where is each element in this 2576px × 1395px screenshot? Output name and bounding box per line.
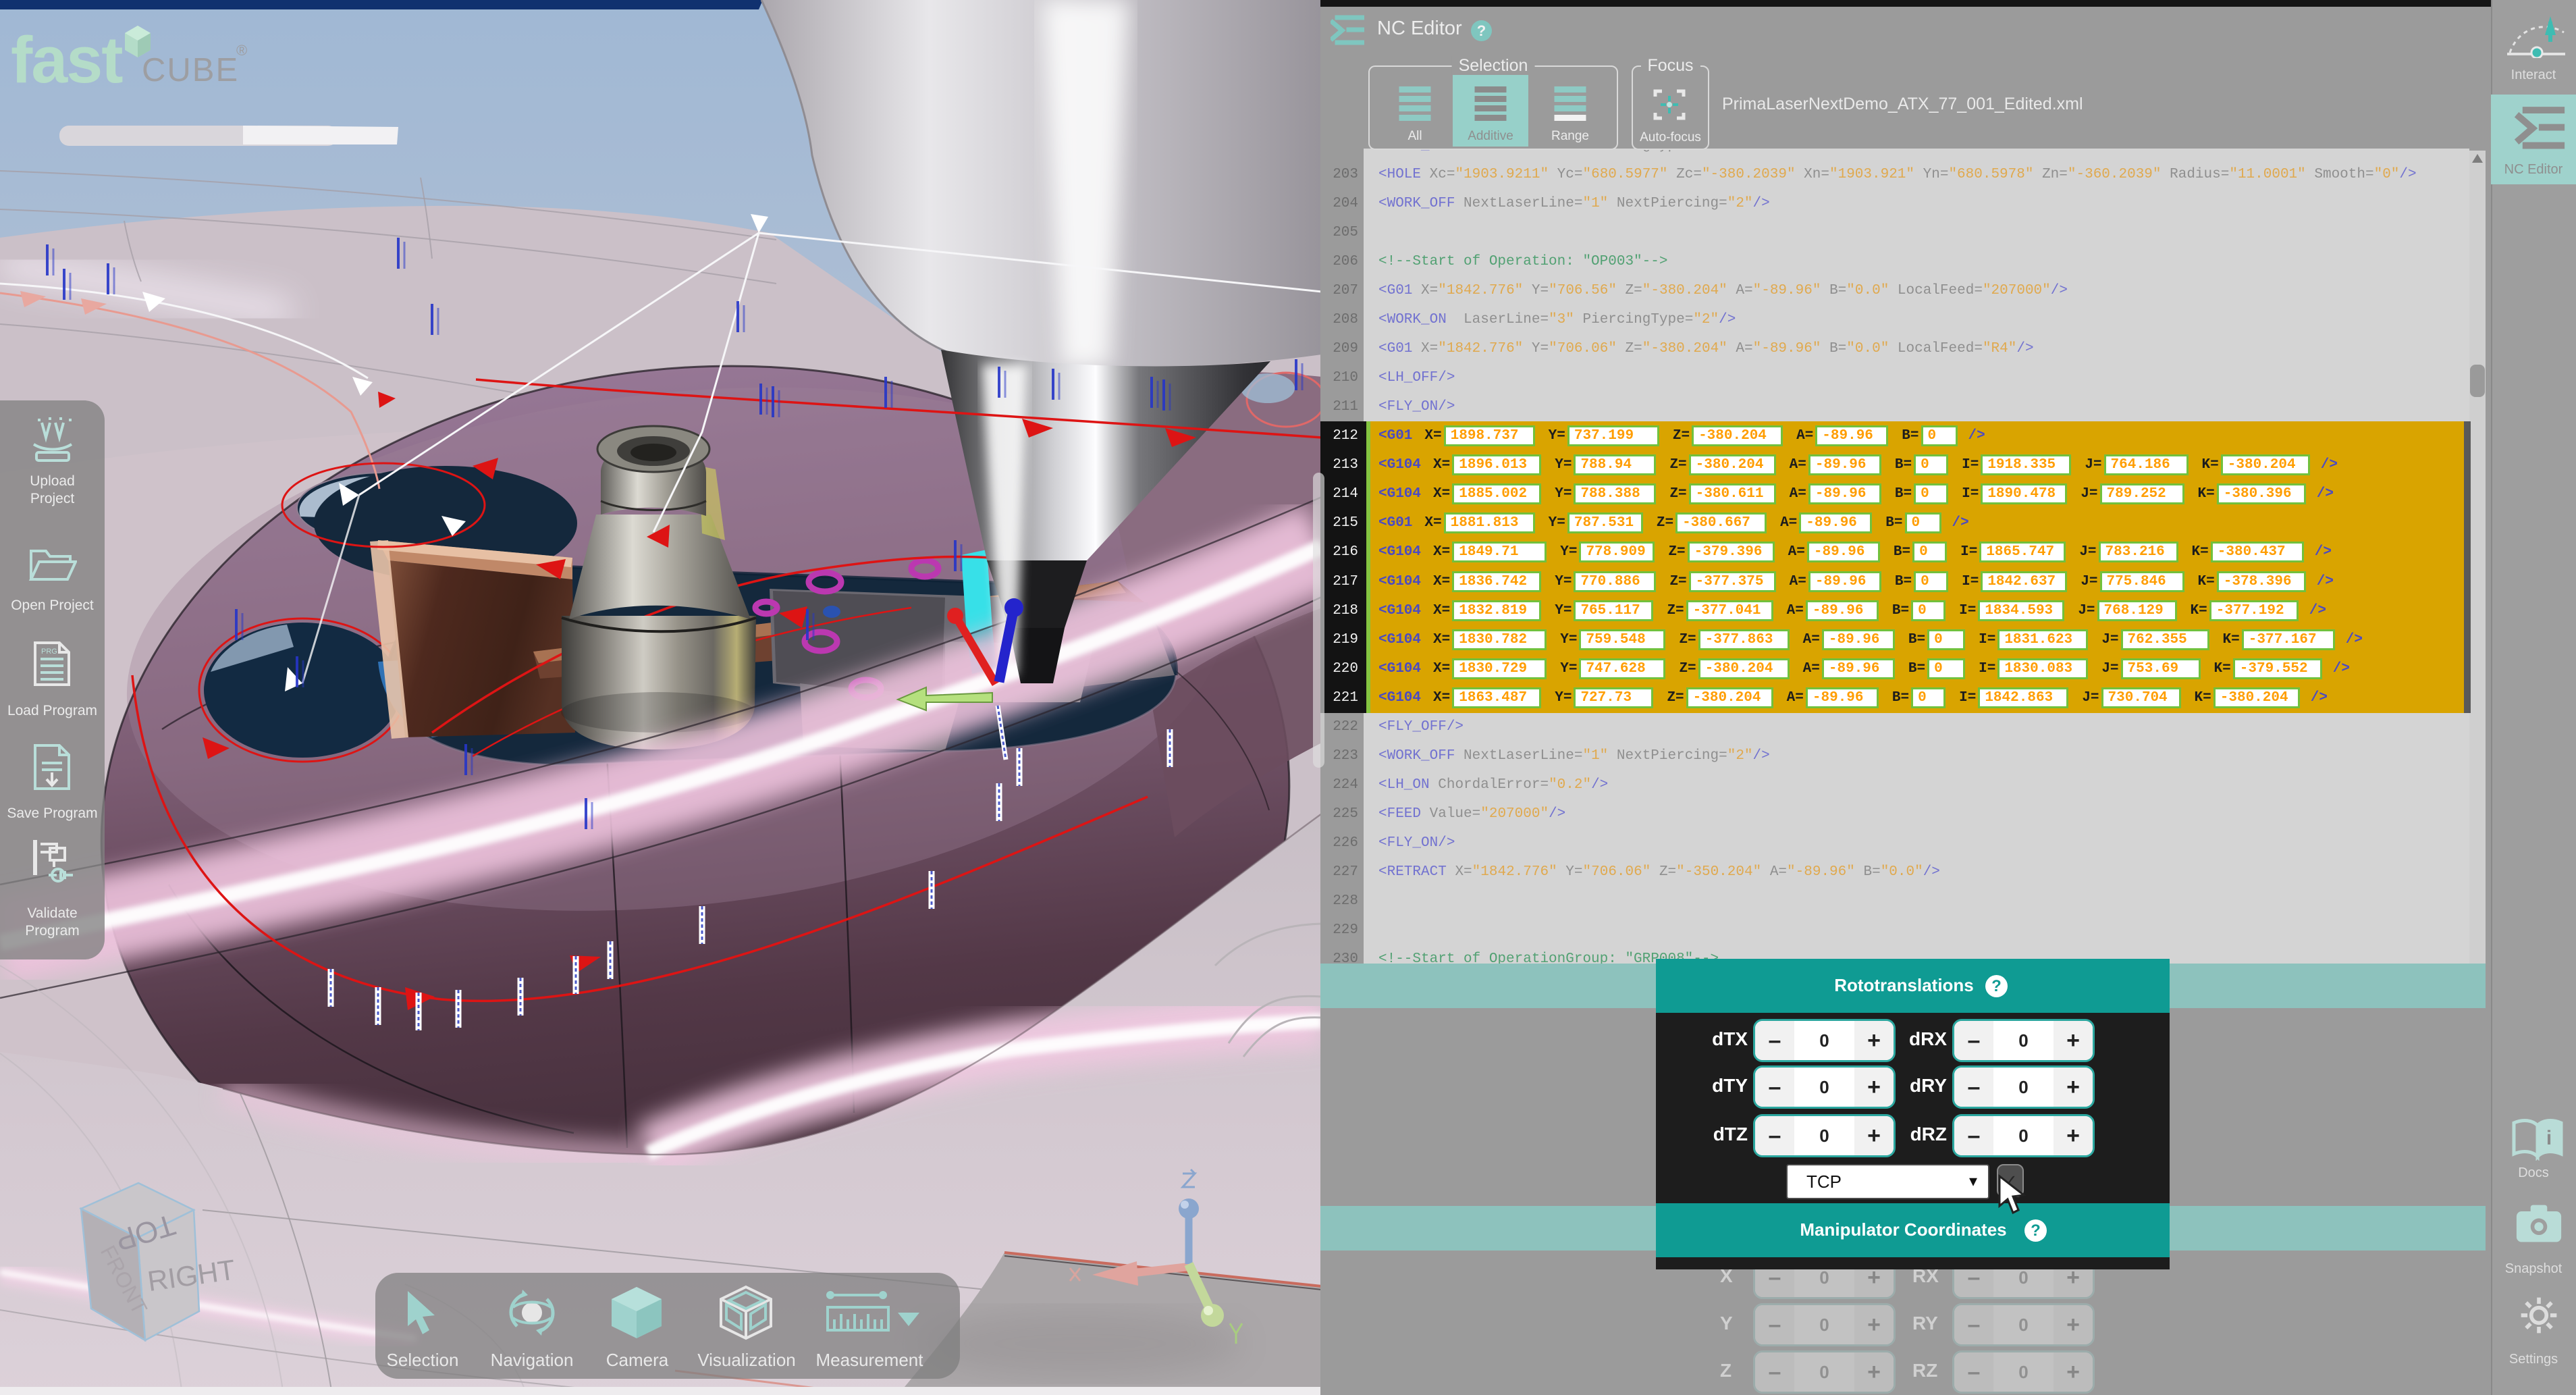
- svg-text:i: i: [2546, 1127, 2552, 1149]
- svg-text:®: ®: [236, 42, 247, 59]
- svg-text:PRG: PRG: [41, 648, 57, 656]
- svg-text:fast: fast: [11, 23, 123, 97]
- svg-text:CUBE: CUBE: [142, 52, 239, 88]
